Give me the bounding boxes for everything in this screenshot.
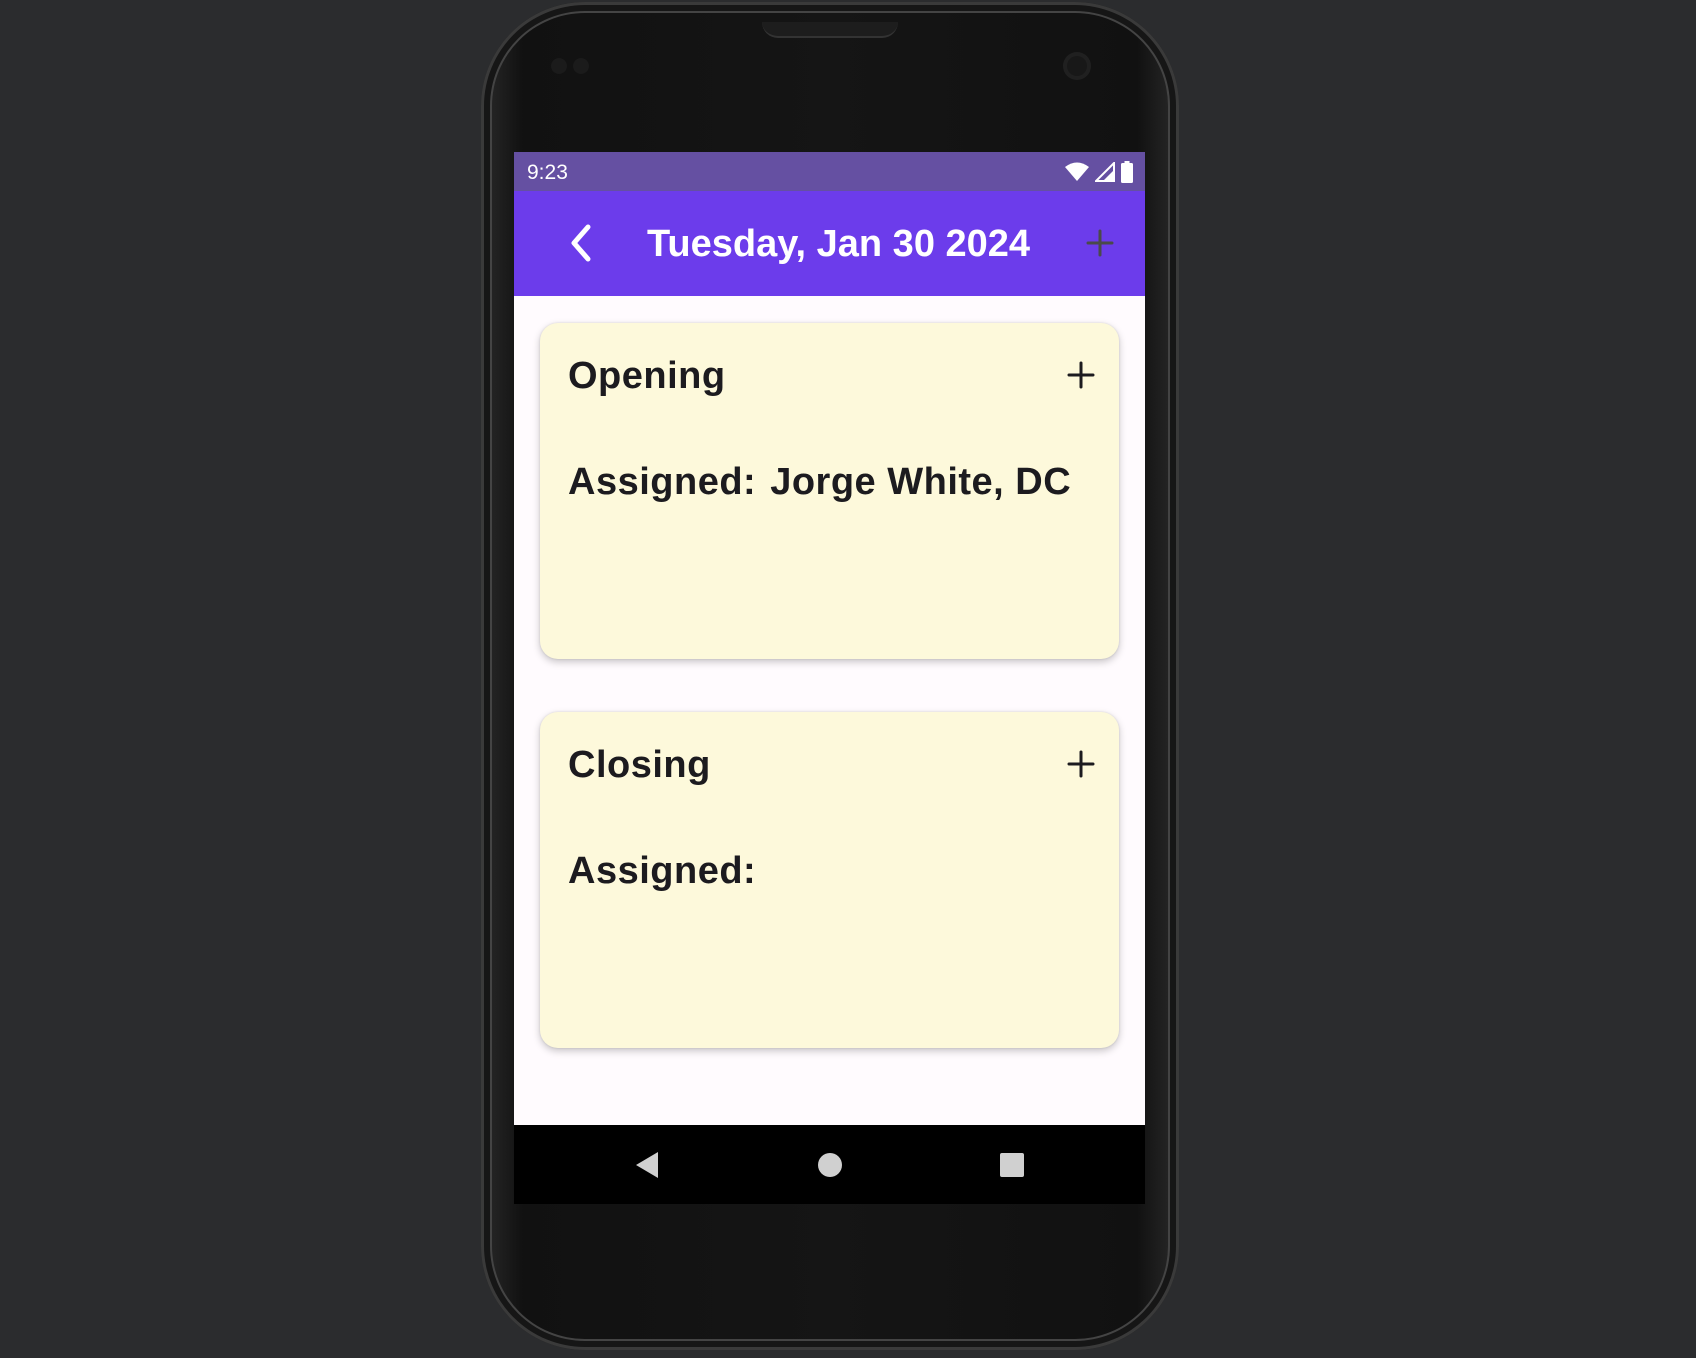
shift-card-opening: Opening Assigned: Jorge White, DC: [540, 323, 1119, 659]
recents-square-icon[interactable]: [996, 1149, 1028, 1181]
shift-card-closing: Closing Assigned:: [540, 712, 1119, 1048]
home-circle-icon[interactable]: [814, 1149, 846, 1181]
plus-icon[interactable]: [1067, 750, 1095, 778]
device-screen: 9:23 Tuesday, Jan 30 2024 Opening Assign…: [514, 152, 1145, 1204]
light-sensor: [573, 58, 589, 74]
assigned-label: Assigned:: [568, 850, 757, 892]
battery-icon: [1121, 161, 1133, 183]
proximity-sensor: [551, 58, 567, 74]
assigned-row: Assigned: Jorge White, DC: [568, 461, 1071, 504]
status-icons: [1065, 161, 1133, 183]
plus-icon[interactable]: [1067, 361, 1095, 389]
cellular-signal-icon: [1095, 162, 1115, 182]
earpiece-speaker: [762, 22, 898, 38]
assigned-row: Assigned:: [568, 850, 770, 893]
shift-title: Opening: [568, 355, 726, 397]
status-bar: 9:23: [514, 152, 1145, 191]
front-camera: [1063, 52, 1091, 80]
system-navigation-bar: [514, 1125, 1145, 1204]
page-title: Tuesday, Jan 30 2024: [647, 223, 1031, 265]
assignee-names: Jorge White, DC: [770, 461, 1072, 503]
status-time: 9:23: [527, 161, 568, 184]
shift-title: Closing: [568, 744, 711, 786]
wifi-icon: [1065, 162, 1089, 181]
assigned-label: Assigned:: [568, 461, 757, 503]
plus-icon[interactable]: [1084, 227, 1116, 259]
top-app-bar: Tuesday, Jan 30 2024: [514, 191, 1145, 296]
back-triangle-icon[interactable]: [632, 1149, 664, 1181]
chevron-left-icon[interactable]: [562, 221, 602, 265]
